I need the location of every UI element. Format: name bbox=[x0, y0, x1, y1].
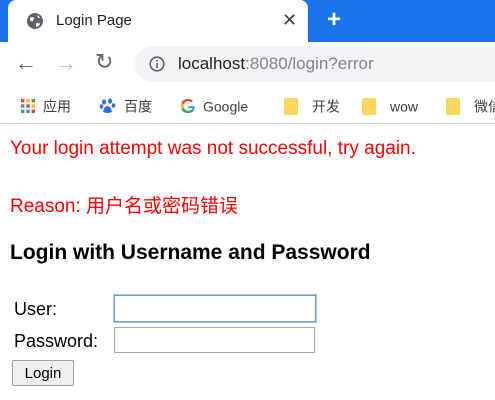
url-path: :8080/login?error bbox=[245, 54, 374, 73]
google-g-icon bbox=[181, 99, 195, 114]
login-heading: Login with Username and Password bbox=[10, 241, 371, 264]
bookmark-folder-wechat[interactable]: 微信 bbox=[446, 94, 495, 116]
password-label: Password: bbox=[14, 331, 99, 351]
baidu-paw-icon bbox=[99, 98, 116, 114]
bookmark-label: Google bbox=[203, 98, 249, 115]
bookmark-folder-dev[interactable]: 开发 bbox=[284, 94, 340, 116]
tab-login-page[interactable]: Login Page ✕ bbox=[8, 0, 308, 42]
bookmark-label: 微信 bbox=[474, 98, 495, 115]
error-reason: Reason: 用户名或密码错误 bbox=[10, 196, 239, 217]
bookmark-apps[interactable]: 应用 bbox=[20, 94, 71, 116]
back-button[interactable]: ← bbox=[15, 52, 37, 74]
forward-button[interactable]: → bbox=[55, 52, 77, 74]
bookmarks-bar: 应用 百度 Google 开发 wow 微信 bbox=[0, 86, 495, 124]
bookmark-label: 应用 bbox=[43, 98, 71, 115]
close-tab-icon[interactable]: ✕ bbox=[282, 10, 297, 30]
user-label: User: bbox=[14, 299, 58, 319]
bookmark-label: wow bbox=[390, 98, 419, 115]
login-button[interactable]: Login bbox=[12, 360, 74, 386]
new-tab-button[interactable]: + bbox=[327, 8, 341, 32]
apps-grid-icon bbox=[21, 99, 35, 114]
address-bar[interactable]: localhost:8080/login?error bbox=[135, 46, 495, 82]
tab-strip: Login Page ✕ + bbox=[0, 0, 495, 42]
reload-button[interactable]: ↻ bbox=[95, 51, 113, 73]
url-host: localhost bbox=[178, 54, 246, 73]
folder-icon bbox=[284, 97, 298, 115]
bookmark-google[interactable]: Google bbox=[180, 94, 248, 116]
password-input[interactable] bbox=[114, 327, 315, 353]
info-icon[interactable] bbox=[149, 56, 165, 72]
tab-title: Login Page bbox=[56, 12, 132, 29]
bookmark-label: 百度 bbox=[124, 98, 152, 115]
bookmark-folder-wow[interactable]: wow bbox=[362, 94, 418, 116]
error-message: Your login attempt was not successful, t… bbox=[10, 138, 416, 159]
bookmark-label: 开发 bbox=[312, 98, 340, 115]
folder-icon bbox=[362, 97, 376, 115]
bookmark-baidu[interactable]: 百度 bbox=[99, 94, 152, 116]
browser-toolbar: ← → ↻ localhost:8080/login?error bbox=[0, 42, 495, 86]
username-input[interactable] bbox=[113, 294, 317, 323]
folder-icon bbox=[446, 97, 460, 115]
globe-icon bbox=[27, 13, 43, 29]
url-text: localhost:8080/login?error bbox=[178, 54, 374, 74]
